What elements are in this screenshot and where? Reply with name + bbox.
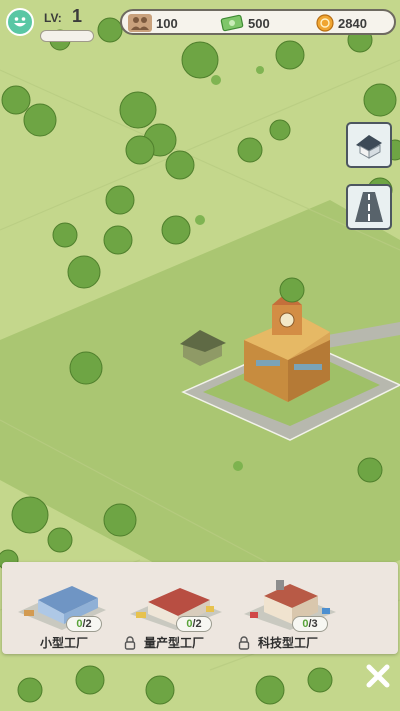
factory-card-mass-production[interactable]: 0/2 量产型工厂 [120,562,240,654]
resource-bar: 100 500 2840 [120,9,396,35]
factory-build-panel: 0/2 小型工厂 0/2 量产型工厂 0/3 科技型工厂 [2,562,398,654]
cash-icon [220,14,244,32]
factory-count-tech: 0/3 [292,616,328,632]
factory-card-small[interactable]: 0/2 小型工厂 [6,562,126,654]
factory-name-small: 小型工厂 [40,636,89,650]
level-display: LV: 1 [6,6,94,42]
factory-count-small: 0/2 [66,616,102,632]
population-icon [128,14,152,32]
xp-progress-bar [40,30,94,42]
lock-icon [124,636,136,650]
level-label: LV: [44,11,62,25]
factory-name-tech: 科技型工厂 [258,636,319,650]
coin-value: 2840 [338,15,367,31]
house-icon [356,135,382,159]
population-counter: 100 [128,13,178,33]
road-icon [355,192,383,222]
build-road-button[interactable] [346,184,392,230]
level-value: 1 [72,6,83,26]
player-avatar-icon[interactable] [6,8,34,36]
coin-icon [316,14,334,32]
factory-name-mass-production: 量产型工厂 [144,636,205,650]
cash-value: 500 [248,15,270,31]
population-value: 100 [156,15,178,31]
factory-card-tech[interactable]: 0/3 科技型工厂 [234,562,354,654]
cash-counter: 500 [220,13,270,33]
factory-count-mass-production: 0/2 [176,616,212,632]
lock-icon [238,636,250,650]
coin-counter: 2840 [316,13,367,33]
close-icon[interactable] [364,662,392,690]
build-house-button[interactable] [346,122,392,168]
